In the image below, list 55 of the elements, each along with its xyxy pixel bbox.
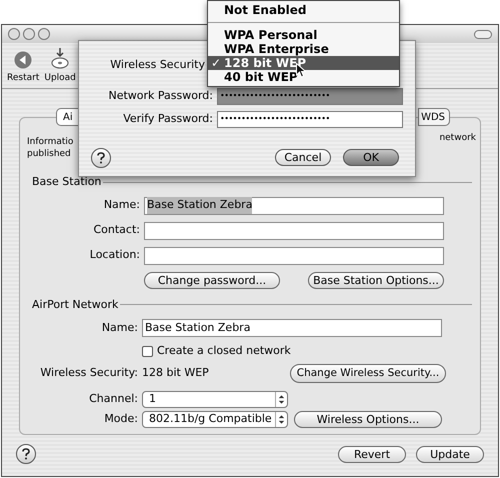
minimize-button[interactable] <box>23 28 35 40</box>
info-text: network <box>439 132 476 145</box>
toolbar-button[interactable]: Restart <box>6 51 40 84</box>
password-field[interactable]: •••••••••••••••••••••••••• <box>217 88 403 104</box>
push-button[interactable]: Change Wireless Security... <box>290 364 446 382</box>
tab[interactable]: WDS <box>418 108 450 126</box>
field-label: Wireless Security: <box>39 364 138 381</box>
toolbar-toggle-button[interactable] <box>474 30 492 38</box>
push-button[interactable]: Change password... <box>144 272 280 288</box>
field-label: Verify Password: <box>122 110 213 127</box>
stepper-arrows-icon <box>275 412 287 426</box>
field-label: Name: <box>102 197 140 214</box>
field-label: Name: <box>100 320 138 336</box>
text-field[interactable]: Base Station Zebra <box>144 196 444 214</box>
upload-icon <box>50 47 70 69</box>
push-button[interactable]: OK <box>343 149 399 166</box>
info-text: published <box>27 148 72 160</box>
popup-value: 1 <box>148 390 157 407</box>
text-field[interactable] <box>144 222 444 240</box>
menu-item[interactable]: 40 bit WEP <box>208 70 399 84</box>
popup-menu[interactable]: 1 <box>142 390 288 408</box>
close-button[interactable] <box>8 28 20 40</box>
question-mark-icon <box>96 152 106 164</box>
help-button[interactable] <box>16 444 36 464</box>
field-label: Location: <box>88 247 140 264</box>
zoom-button[interactable] <box>38 28 50 40</box>
text-field[interactable]: Base Station Zebra <box>142 319 442 337</box>
toolbar-button[interactable]: Upload <box>43 47 77 84</box>
checkbox[interactable]: Create a closed network <box>142 343 480 360</box>
section-title: Base Station <box>32 174 102 190</box>
section-title: AirPort Network <box>32 296 118 312</box>
push-button[interactable]: Update <box>416 446 484 462</box>
security-value: 128 bit WEP <box>142 364 210 381</box>
push-button[interactable]: Revert <box>338 446 406 462</box>
help-button[interactable] <box>91 148 111 168</box>
text-field[interactable] <box>144 246 444 264</box>
push-button[interactable]: Cancel <box>275 149 331 166</box>
push-button[interactable]: Wireless Options... <box>294 410 442 428</box>
field-label: Channel: <box>88 390 138 407</box>
tab[interactable]: Ai <box>56 108 80 126</box>
menu-item[interactable]: ✓ 128 bit WEP <box>208 56 399 70</box>
push-button[interactable]: Base Station Options... <box>308 272 444 288</box>
field-label: Contact: <box>92 222 140 238</box>
field-label: Network Password: <box>107 88 213 104</box>
popup-value: 802.11b/g Compatible <box>148 410 273 427</box>
field-label: Wireless Security <box>109 57 205 73</box>
menu-item[interactable]: WPA Enterprise <box>208 42 399 56</box>
popup-menu[interactable]: 802.11b/g Compatible <box>142 410 288 428</box>
info-text: Informatio <box>27 136 74 148</box>
menu-item[interactable]: WPA Personal <box>208 28 399 42</box>
stepper-arrows-icon <box>275 392 287 406</box>
password-field[interactable]: •••••••••••••••••••••••••• <box>217 110 403 128</box>
question-mark-icon <box>21 448 31 460</box>
menu-item[interactable]: Not Enabled <box>208 3 399 17</box>
field-label: Mode: <box>103 410 138 427</box>
